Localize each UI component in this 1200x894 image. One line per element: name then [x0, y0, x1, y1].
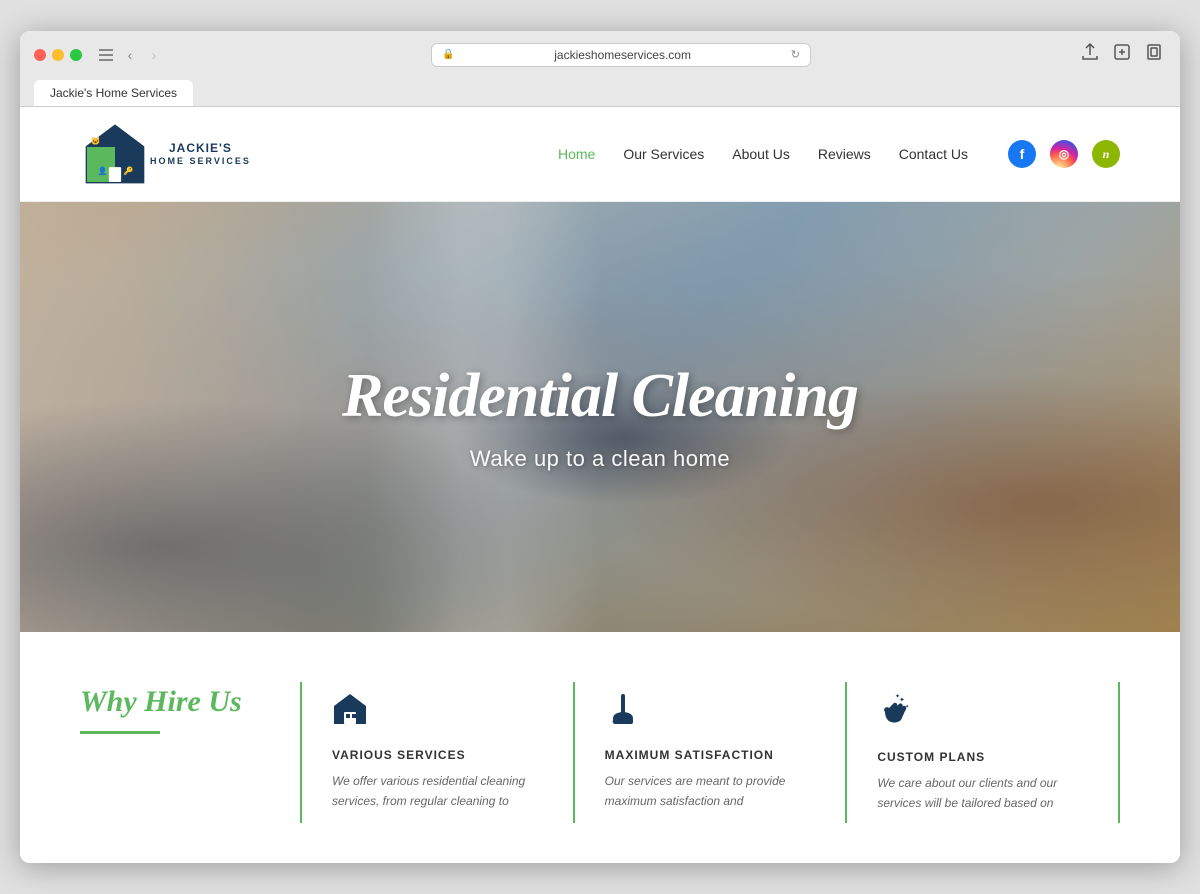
website-content: 🐱 👤 🔑 JACKIE'S HOME SERVICES Home Our Se…: [20, 107, 1180, 862]
logo-name: JACKIE'S: [169, 141, 232, 155]
why-left: Why Hire Us: [80, 682, 300, 734]
new-tab-button[interactable]: [1110, 42, 1134, 67]
why-section: Why Hire Us VARIOUS SERVICE: [20, 632, 1180, 862]
active-tab[interactable]: Jackie's Home Services: [34, 80, 193, 106]
service-col-2: MAXIMUM SATISFACTION Our services are me…: [573, 682, 846, 822]
service-3-desc: We care about our clients and our servic…: [877, 774, 1088, 812]
reload-icon[interactable]: ↻: [791, 48, 800, 61]
browser-tabs: Jackie's Home Services: [34, 76, 1166, 106]
maximize-button[interactable]: [70, 49, 82, 61]
logo-image: 🐱 👤 🔑: [80, 119, 150, 189]
nav-services[interactable]: Our Services: [623, 146, 704, 162]
service-2-desc: Our services are meant to provide maximu…: [605, 772, 816, 810]
forward-button[interactable]: ›: [144, 47, 164, 63]
site-header: 🐱 👤 🔑 JACKIE'S HOME SERVICES Home Our Se…: [20, 107, 1180, 202]
why-underline: [80, 731, 160, 734]
traffic-lights: [34, 49, 82, 61]
svg-text:👤: 👤: [98, 166, 108, 176]
hero-title: Residential Cleaning: [342, 362, 858, 430]
hero-subtitle: Wake up to a clean home: [342, 446, 858, 472]
max-satisfaction-icon: [605, 692, 816, 734]
nav-reviews[interactable]: Reviews: [818, 146, 871, 162]
hero-section: Residential Cleaning Wake up to a clean …: [20, 202, 1180, 632]
instagram-icon[interactable]: ◎: [1050, 140, 1078, 168]
address-bar[interactable]: 🔒 jackieshomeservices.com ↻: [431, 43, 811, 67]
service-3-title: CUSTOM PLANS: [877, 750, 1088, 764]
service-2-title: MAXIMUM SATISFACTION: [605, 748, 816, 762]
svg-text:✦: ✦: [895, 693, 900, 700]
browser-window: ‹ › 🔒 jackieshomeservices.com ↻: [20, 31, 1180, 862]
sidebar-toggle[interactable]: [96, 47, 116, 63]
facebook-icon[interactable]: f: [1008, 140, 1036, 168]
address-bar-wrap: 🔒 jackieshomeservices.com ↻: [174, 43, 1068, 67]
nav-about[interactable]: About Us: [732, 146, 790, 162]
site-nav: Home Our Services About Us Reviews Conta…: [558, 146, 968, 162]
svg-text:🐱: 🐱: [91, 137, 101, 146]
lock-icon: 🔒: [442, 49, 454, 60]
nav-home[interactable]: Home: [558, 146, 595, 162]
service-columns: VARIOUS SERVICES We offer various reside…: [300, 682, 1120, 822]
social-icons: f ◎ n: [1008, 140, 1120, 168]
back-button[interactable]: ‹: [120, 47, 140, 63]
minimize-button[interactable]: [52, 49, 64, 61]
custom-plans-icon: ✦ ✦ ✦: [877, 692, 1088, 736]
service-1-title: VARIOUS SERVICES: [332, 748, 543, 762]
logo-sub: HOME SERVICES: [150, 155, 251, 168]
nextdoor-icon[interactable]: n: [1092, 140, 1120, 168]
why-title: Why Hire Us: [80, 682, 280, 721]
browser-actions: [1078, 41, 1166, 68]
service-col-1: VARIOUS SERVICES We offer various reside…: [300, 682, 573, 822]
reading-list-button[interactable]: [1142, 42, 1166, 67]
svg-text:✦: ✦: [905, 704, 909, 710]
svg-text:🔑: 🔑: [124, 166, 134, 176]
service-1-desc: We offer various residential cleaning se…: [332, 772, 543, 810]
window-controls: ‹ ›: [96, 47, 164, 63]
service-col-3: ✦ ✦ ✦ CUSTOM PLANS We care about our cli…: [845, 682, 1120, 822]
browser-chrome: ‹ › 🔒 jackieshomeservices.com ↻: [20, 31, 1180, 107]
close-button[interactable]: [34, 49, 46, 61]
logo-area: 🐱 👤 🔑 JACKIE'S HOME SERVICES: [80, 119, 251, 189]
share-button[interactable]: [1078, 41, 1102, 68]
nav-contact[interactable]: Contact Us: [899, 146, 968, 162]
url-text: jackieshomeservices.com: [460, 48, 784, 62]
various-services-icon: [332, 692, 543, 734]
hero-content: Residential Cleaning Wake up to a clean …: [342, 362, 858, 472]
